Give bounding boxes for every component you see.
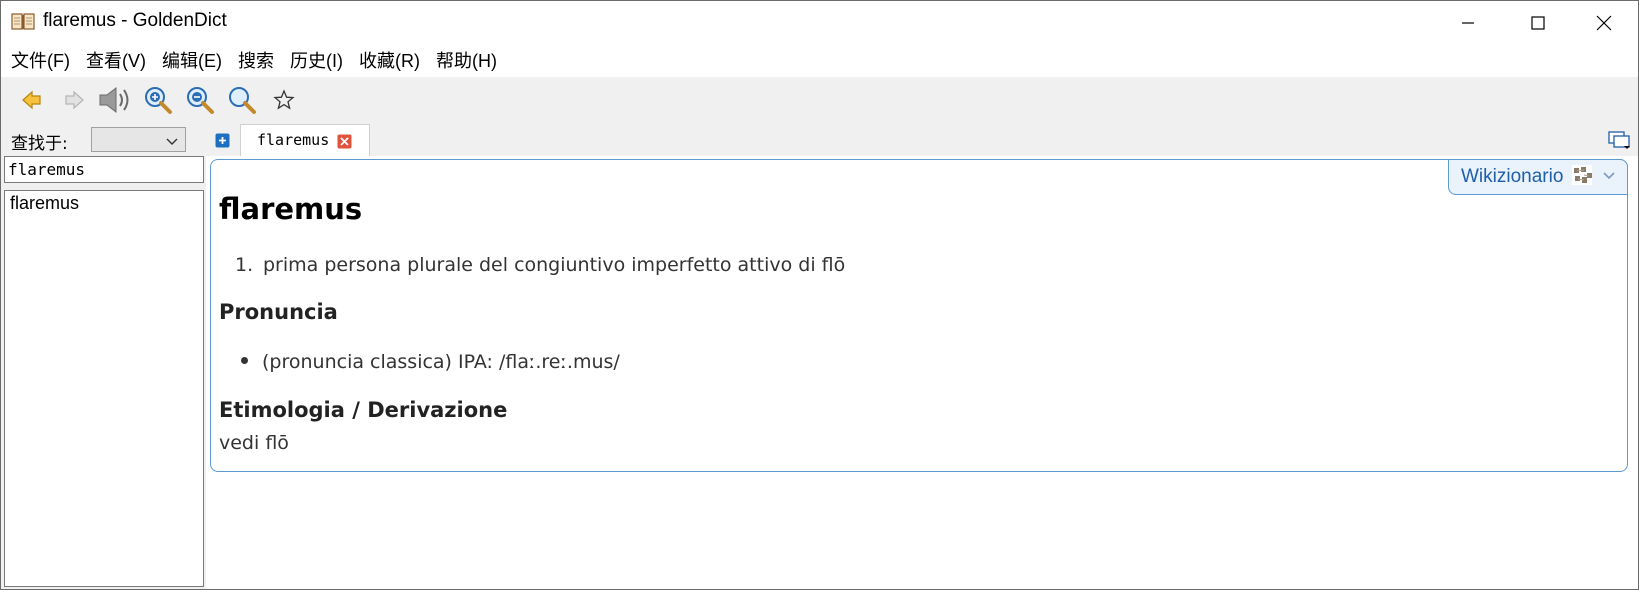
menu-favorites[interactable]: 收藏(R) bbox=[351, 47, 428, 75]
zoom-in-button[interactable] bbox=[137, 80, 179, 120]
zoom-reset-icon bbox=[229, 86, 256, 114]
chevron-down-icon bbox=[165, 132, 179, 153]
chevron-down-icon[interactable] bbox=[1601, 167, 1617, 188]
plus-icon bbox=[215, 133, 230, 148]
star-icon bbox=[273, 88, 295, 110]
app-window: flaremus - GoldenDict 文件(F) 查看(V) 编辑(E) … bbox=[0, 0, 1639, 590]
bullet-icon bbox=[241, 357, 248, 364]
search-in-label: 查找于: bbox=[11, 134, 68, 154]
speaker-icon bbox=[99, 86, 129, 113]
tab-label: flaremus bbox=[257, 131, 330, 149]
minimize-icon bbox=[1462, 22, 1474, 24]
menu-view[interactable]: 查看(V) bbox=[78, 47, 154, 75]
menu-edit[interactable]: 编辑(E) bbox=[154, 47, 230, 75]
search-pane: 查找于: flaremus bbox=[1, 122, 206, 589]
close-icon bbox=[1596, 15, 1612, 31]
zoom-reset-button[interactable] bbox=[221, 80, 263, 120]
definition-list: 1. prima persona plurale del congiuntivo … bbox=[235, 254, 845, 276]
zoom-out-button[interactable] bbox=[179, 80, 221, 120]
search-input[interactable] bbox=[4, 156, 204, 183]
back-arrow-icon bbox=[22, 90, 41, 109]
word-list: flaremus bbox=[4, 190, 204, 587]
headword: flaremus bbox=[219, 192, 363, 226]
tab-strip: flaremus bbox=[206, 122, 1638, 156]
book-icon bbox=[11, 12, 35, 32]
new-tab-button[interactable] bbox=[215, 132, 230, 148]
back-button[interactable] bbox=[11, 80, 53, 120]
dictionary-badge[interactable]: Wikizionario bbox=[1448, 159, 1628, 195]
forward-arrow-icon bbox=[65, 90, 84, 109]
pronuncia-heading: Pronuncia bbox=[219, 300, 338, 324]
favorite-button[interactable] bbox=[263, 80, 305, 120]
menu-bar: 文件(F) 查看(V) 编辑(E) 搜索 历史(I) 收藏(R) 帮助(H) bbox=[1, 45, 1638, 77]
menu-history[interactable]: 历史(I) bbox=[282, 47, 351, 75]
maximize-icon bbox=[1531, 16, 1545, 30]
zoom-out-icon bbox=[187, 86, 214, 114]
list-item[interactable]: flaremus bbox=[5, 191, 203, 216]
close-button[interactable] bbox=[1569, 1, 1639, 45]
minimize-button[interactable] bbox=[1433, 1, 1503, 45]
tab-flaremus[interactable]: flaremus bbox=[240, 124, 370, 156]
dictionary-icon bbox=[1571, 164, 1593, 191]
title-bar: flaremus - GoldenDict bbox=[1, 1, 1638, 45]
tab-close-button[interactable] bbox=[337, 133, 352, 149]
window-list-icon bbox=[1608, 131, 1630, 149]
definition-number: 1. bbox=[235, 254, 254, 276]
tab-list-button[interactable] bbox=[1608, 128, 1632, 150]
menu-help[interactable]: 帮助(H) bbox=[428, 47, 505, 75]
menu-search[interactable]: 搜索 bbox=[230, 47, 282, 75]
forward-button[interactable] bbox=[53, 80, 95, 120]
etimologia-heading: Etimologia / Derivazione bbox=[219, 398, 508, 422]
pronounce-button[interactable] bbox=[95, 80, 137, 120]
article-view: Wikizionario flaremus 1. prima persona pl… bbox=[206, 156, 1638, 589]
maximize-button[interactable] bbox=[1503, 1, 1573, 45]
close-icon bbox=[337, 134, 352, 149]
pronuncia-text: (pronuncia classica) IPA: /flaː.reː.mus/ bbox=[262, 351, 620, 373]
definition-text: prima persona plurale del congiuntivo im… bbox=[263, 254, 846, 276]
definition-item: 1. prima persona plurale del congiuntivo … bbox=[235, 254, 845, 276]
menu-file[interactable]: 文件(F) bbox=[3, 47, 78, 75]
dictionary-group-select[interactable] bbox=[91, 127, 186, 152]
pronuncia-item: (pronuncia classica) IPA: /flaː.reː.mus/ bbox=[241, 351, 620, 373]
zoom-in-icon bbox=[145, 86, 172, 114]
dictionary-name: Wikizionario bbox=[1461, 166, 1564, 187]
toolbar bbox=[1, 77, 1638, 122]
dictionary-article: Wikizionario flaremus 1. prima persona pl… bbox=[210, 159, 1628, 472]
etimologia-text: vedi flō bbox=[219, 432, 289, 454]
window-title: flaremus - GoldenDict bbox=[43, 10, 227, 31]
